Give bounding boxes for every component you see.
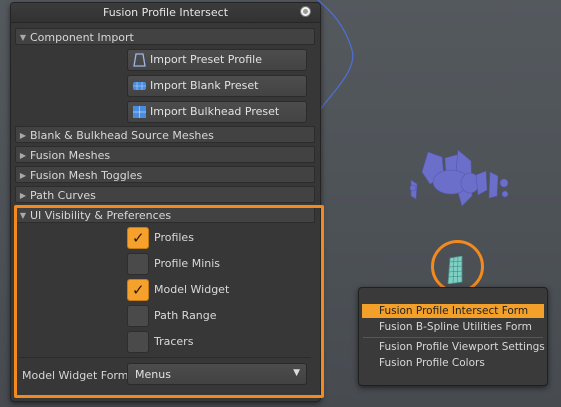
profile-shape-icon	[133, 53, 146, 67]
button-label: Import Blank Preset	[150, 79, 259, 92]
expanded-arrow-icon: ▼	[19, 33, 27, 42]
model-widget-object	[409, 149, 509, 207]
bulkhead-grid-icon	[133, 106, 146, 118]
collapsed-arrow-icon: ▶	[19, 131, 27, 140]
path-curve	[317, 0, 354, 111]
section-fusion-meshes[interactable]: ▶ Fusion Meshes	[15, 146, 315, 163]
ui-visibility-highlight-box	[14, 205, 324, 398]
menu-item-fusion-profile-intersect-form[interactable]: Fusion Profile Intersect Form	[362, 304, 544, 318]
section-label: Fusion Mesh Toggles	[30, 169, 143, 182]
section-label: Component Import	[30, 31, 134, 44]
section-label: Blank & Bulkhead Source Meshes	[30, 129, 214, 142]
collapsed-arrow-icon: ▶	[19, 171, 27, 180]
section-label: Path Curves	[30, 189, 96, 202]
panel-radio-icon[interactable]	[300, 6, 311, 17]
import-blank-preset-button[interactable]: Import Blank Preset	[127, 75, 307, 97]
menu-item-fusion-profile-viewport-settings[interactable]: Fusion Profile Viewport Settings	[362, 340, 545, 354]
import-preset-profile-button[interactable]: Import Preset Profile	[127, 49, 307, 71]
menu-item-fusion-b-spline-utilities-form[interactable]: Fusion B-Spline Utilities Form	[362, 320, 544, 334]
button-label: Import Bulkhead Preset	[150, 105, 280, 118]
menu-separator	[363, 337, 543, 338]
import-bulkhead-preset-button[interactable]: Import Bulkhead Preset	[127, 101, 307, 123]
panel-title-bar[interactable]: Fusion Profile Intersect	[11, 3, 320, 23]
model-widget-icon[interactable]	[446, 256, 464, 284]
blank-preset-grid-icon	[133, 82, 146, 90]
section-fusion-mesh-toggles[interactable]: ▶ Fusion Mesh Toggles	[15, 166, 315, 183]
menu-item-fusion-profile-colors[interactable]: Fusion Profile Colors	[362, 356, 544, 370]
section-label: Fusion Meshes	[30, 149, 111, 162]
section-blank-bulkhead-source-meshes[interactable]: ▶ Blank & Bulkhead Source Meshes	[15, 126, 315, 143]
panel-title: Fusion Profile Intersect	[102, 6, 229, 19]
button-label: Import Preset Profile	[150, 53, 263, 66]
model-widget-popup-menu: Fusion Profile Intersect Form Fusion B-S…	[358, 287, 548, 386]
section-component-import[interactable]: ▼ Component Import	[15, 28, 315, 45]
section-path-curves[interactable]: ▶ Path Curves	[15, 186, 315, 203]
collapsed-arrow-icon: ▶	[19, 151, 27, 160]
collapsed-arrow-icon: ▶	[19, 191, 27, 200]
